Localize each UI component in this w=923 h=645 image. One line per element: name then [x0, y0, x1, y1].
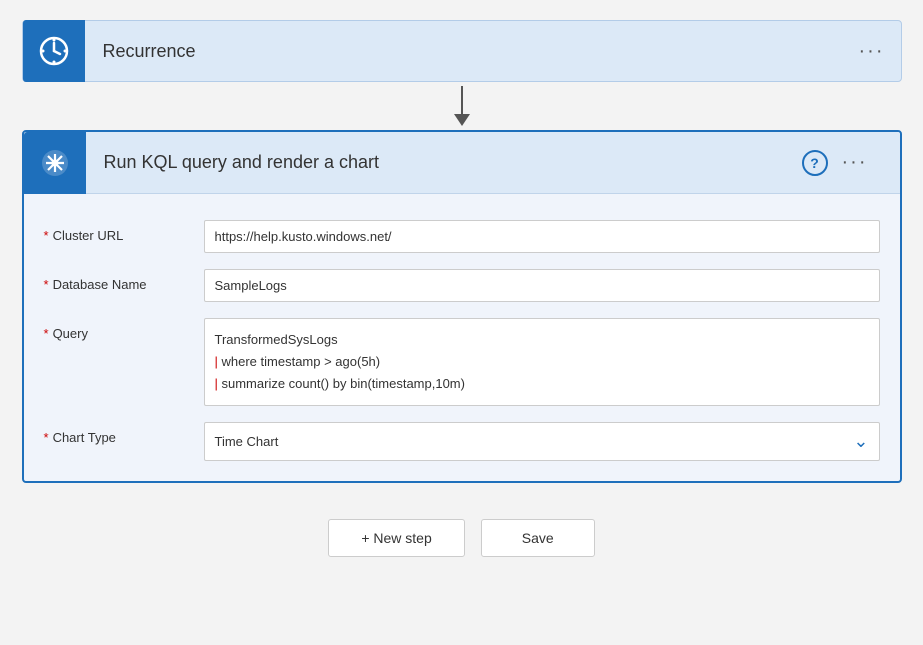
- query-required: *: [44, 326, 49, 341]
- chart-type-label: *Chart Type: [44, 422, 204, 445]
- kql-header-actions: ? ···: [802, 150, 900, 176]
- database-name-input[interactable]: [204, 269, 880, 302]
- recurrence-title: Recurrence: [85, 41, 859, 62]
- chart-type-required: *: [44, 430, 49, 445]
- new-step-button[interactable]: + New step: [328, 519, 464, 557]
- query-label: *Query: [44, 318, 204, 341]
- clock-icon: [38, 35, 70, 67]
- connector-line: [461, 86, 463, 114]
- kql-title: Run KQL query and render a chart: [86, 152, 802, 173]
- kql-card: Run KQL query and render a chart ? ··· *…: [22, 130, 902, 483]
- kql-icon: [38, 146, 72, 180]
- query-row: *Query TransformedSysLogs | where timest…: [44, 318, 880, 406]
- database-name-required: *: [44, 277, 49, 292]
- query-line1: TransformedSysLogs: [215, 329, 869, 351]
- kql-icon-wrap: [24, 132, 86, 194]
- help-button[interactable]: ?: [802, 150, 828, 176]
- connector: [454, 86, 470, 126]
- cluster-url-input[interactable]: [204, 220, 880, 253]
- kql-header: Run KQL query and render a chart ? ···: [24, 132, 900, 194]
- chart-type-select[interactable]: Time Chart ⌄: [204, 422, 880, 461]
- query-input[interactable]: TransformedSysLogs | where timestamp > a…: [204, 318, 880, 406]
- query-line2: | where timestamp > ago(5h): [215, 351, 869, 373]
- database-name-row: *Database Name: [44, 269, 880, 302]
- recurrence-menu-button[interactable]: ···: [859, 40, 901, 63]
- database-name-label: *Database Name: [44, 269, 204, 292]
- cluster-url-required: *: [44, 228, 49, 243]
- cluster-url-label: *Cluster URL: [44, 220, 204, 243]
- bottom-actions: + New step Save: [328, 519, 594, 557]
- recurrence-icon-wrap: [23, 20, 85, 82]
- kql-form-body: *Cluster URL *Database Name *Query Trans…: [24, 194, 900, 481]
- chevron-down-icon: ⌄: [853, 431, 868, 452]
- chart-type-value: Time Chart: [215, 434, 279, 449]
- connector-arrow: [454, 114, 470, 126]
- kql-menu-button[interactable]: ···: [842, 151, 884, 174]
- cluster-url-row: *Cluster URL: [44, 220, 880, 253]
- save-button[interactable]: Save: [481, 519, 595, 557]
- recurrence-card: Recurrence ···: [22, 20, 902, 82]
- query-line3: | summarize count() by bin(timestamp,10m…: [215, 373, 869, 395]
- chart-type-row: *Chart Type Time Chart ⌄: [44, 422, 880, 461]
